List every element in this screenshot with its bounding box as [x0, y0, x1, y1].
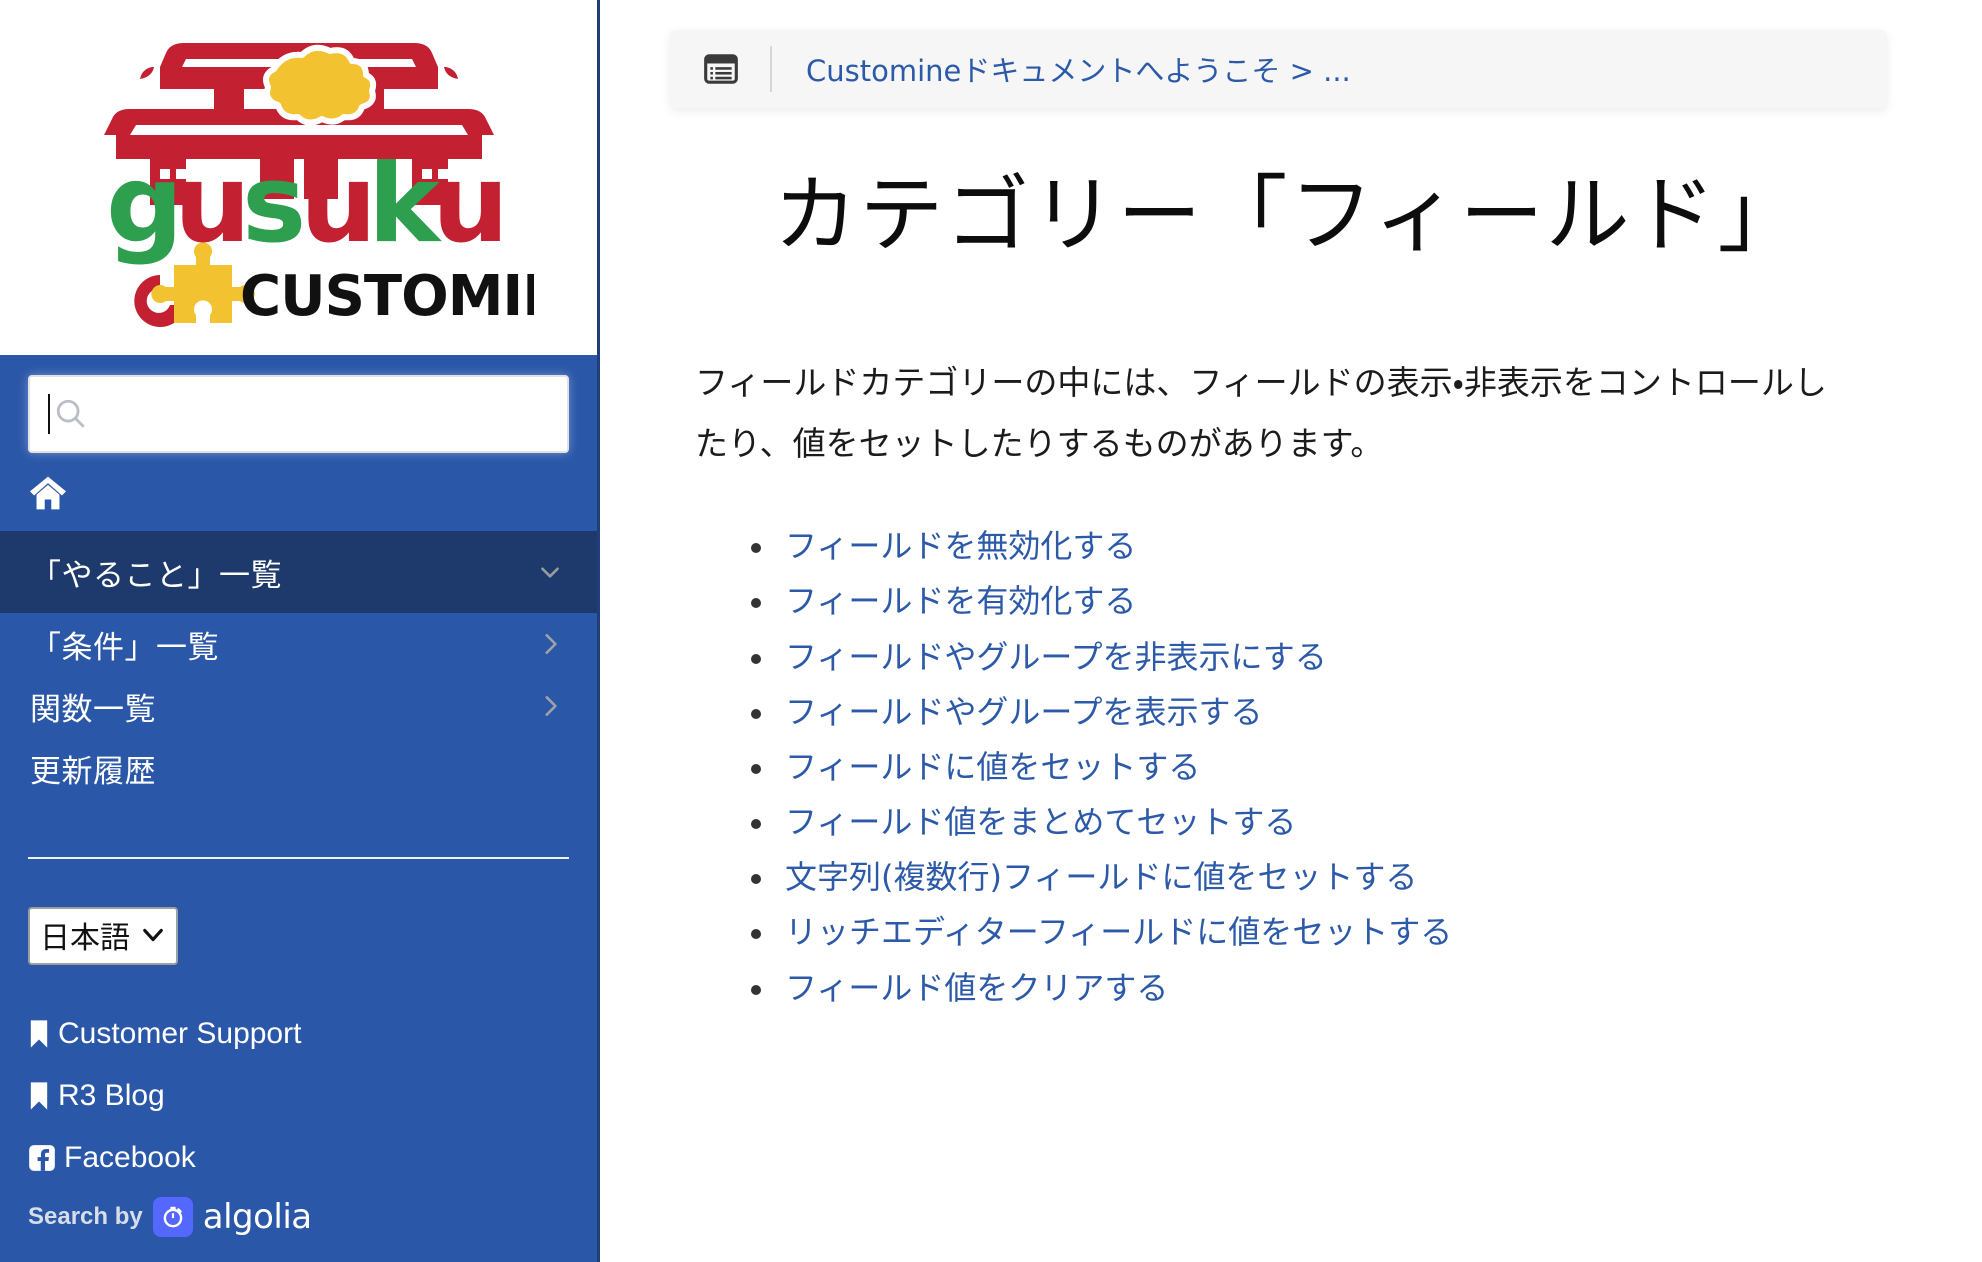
main-content: Customineドキュメントへようこそ > ... カテゴリー「フィールド」 …	[600, 0, 1982, 1262]
sidebar-item-jouken[interactable]: 「条件」一覧	[0, 613, 597, 675]
article: カテゴリー「フィールド」 フィールドカテゴリーの中には、フィールドの表示・非表示…	[695, 150, 1882, 1021]
sidebar-item-koushinrireki[interactable]: 更新履歴	[0, 737, 597, 799]
sidebar-item-label: 「やること」一覧	[30, 557, 282, 594]
chevron-down-icon	[541, 567, 559, 578]
breadcrumb-text[interactable]: Customineドキュメントへようこそ > ...	[806, 48, 1351, 90]
search-input[interactable]	[28, 375, 569, 453]
sidebar-item-label: 更新履歴	[30, 753, 156, 790]
link-label: R3 Blog	[58, 1079, 165, 1112]
list-item[interactable]: 文字列(複数行)フィールドに値をセットする	[751, 855, 1882, 899]
algolia-badge[interactable]: Search by algolia	[0, 1197, 597, 1237]
list-item[interactable]: フィールドやグループを表示する	[751, 690, 1882, 734]
home-icon	[30, 476, 66, 510]
search-row	[0, 355, 597, 453]
breadcrumb: Customineドキュメントへようこそ > ...	[670, 30, 1887, 108]
svg-text:g: g	[106, 142, 183, 267]
sidebar-item-label: 関数一覧	[30, 691, 156, 728]
sidebar-divider	[28, 857, 569, 859]
link-r3-blog[interactable]: R3 Blog	[28, 1079, 569, 1113]
sidebar-item-yarukoto[interactable]: 「やること」一覧	[0, 531, 597, 613]
link-label: Facebook	[64, 1141, 196, 1174]
page-title: カテゴリー「フィールド」	[773, 166, 1804, 264]
facebook-icon	[29, 1145, 55, 1171]
intro-paragraph: フィールドカテゴリーの中には、フィールドの表示・非表示をコントロールしたり、値を…	[695, 363, 1827, 464]
sidebar-nav: 「やること」一覧 「条件」一覧 関数一覧 更新履歴	[0, 531, 597, 799]
list-item[interactable]: フィールドやグループを非表示にする	[751, 635, 1882, 679]
text-cursor	[48, 394, 50, 434]
svg-text:s: s	[242, 142, 306, 267]
link-label: Customer Support	[58, 1017, 302, 1050]
link-customer-support[interactable]: Customer Support	[28, 1017, 569, 1051]
list-item[interactable]: フィールド値をクリアする	[751, 966, 1882, 1010]
category-link-list: フィールドを無効化する フィールドを有効化する フィールドやグループを非表示にす…	[695, 524, 1882, 1009]
algolia-wordmark: algolia	[202, 1197, 312, 1237]
svg-text:u: u	[174, 142, 251, 267]
svg-text:u: u	[300, 142, 377, 267]
gusuku-customine-logo[interactable]: g u s u k u CUSTOMINE	[64, 23, 534, 333]
list-item[interactable]: フィールド値をまとめてセットする	[751, 800, 1882, 844]
link-facebook[interactable]: Facebook	[28, 1141, 569, 1175]
chevron-right-icon	[545, 634, 557, 654]
article-list-icon	[704, 54, 738, 84]
breadcrumb-separator	[770, 46, 772, 92]
logo-panel[interactable]: g u s u k u CUSTOMINE	[0, 0, 597, 355]
sidebar-item-home[interactable]	[0, 453, 597, 531]
bookmark-icon	[30, 1082, 48, 1110]
list-item[interactable]: フィールドに値をセットする	[751, 745, 1882, 789]
sidebar-item-label: 「条件」一覧	[30, 629, 219, 666]
svg-text:CUSTOMINE: CUSTOMINE	[240, 264, 534, 329]
chevron-right-icon	[545, 696, 557, 716]
language-select[interactable]: 日本語	[28, 907, 178, 965]
chevron-down-icon	[143, 928, 163, 942]
language-row: 日本語	[0, 859, 597, 965]
bookmark-icon	[30, 1020, 48, 1048]
sidebar: g u s u k u CUSTOMINE	[0, 0, 600, 1262]
sidebar-links: Customer Support R3 Blog Facebook	[0, 965, 597, 1175]
algolia-by-label: Search by	[28, 1203, 143, 1230]
language-selected-value: 日本語	[40, 921, 130, 956]
list-item[interactable]: フィールドを無効化する	[751, 524, 1882, 568]
page-root: g u s u k u CUSTOMINE	[0, 0, 1982, 1262]
sidebar-item-kansu[interactable]: 関数一覧	[0, 675, 597, 737]
svg-text:u: u	[432, 142, 509, 267]
list-item[interactable]: リッチエディターフィールドに値をセットする	[751, 910, 1882, 954]
svg-text:k: k	[368, 142, 442, 267]
algolia-logo-icon	[152, 1197, 193, 1237]
list-item[interactable]: フィールドを有効化する	[751, 579, 1882, 623]
logo-svg: g u s u k u CUSTOMINE	[103, 42, 534, 329]
search-icon	[56, 399, 85, 428]
